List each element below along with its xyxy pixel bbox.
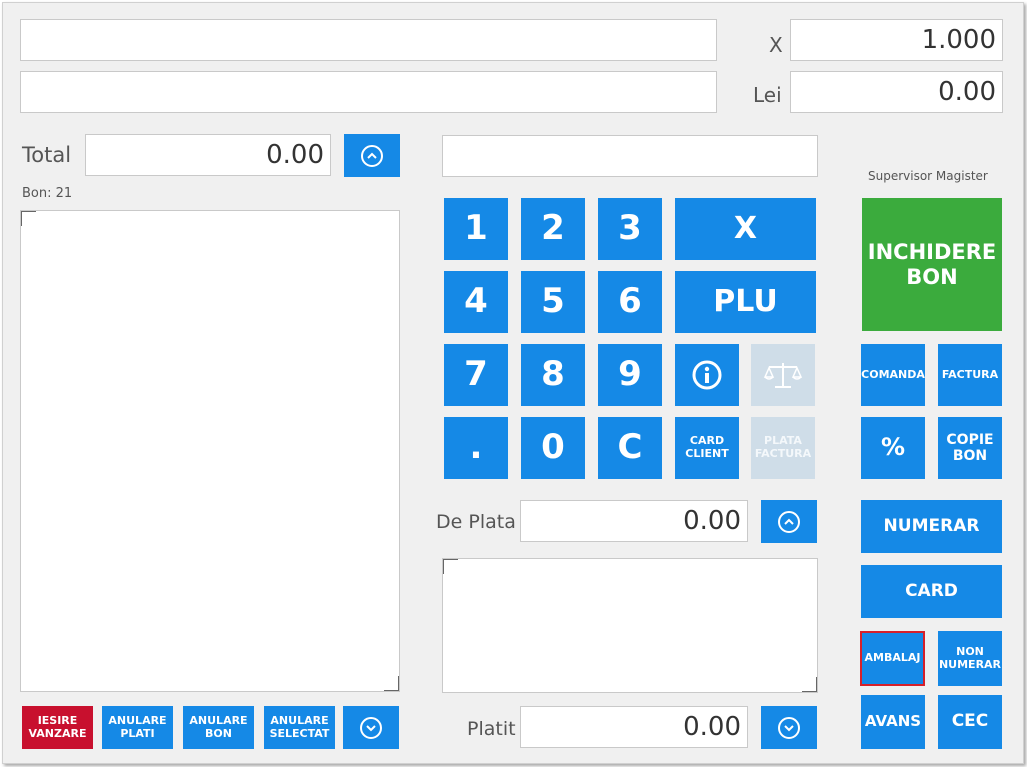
key-9[interactable]: 9 bbox=[598, 344, 662, 406]
chevron-down-circle-icon bbox=[360, 716, 382, 739]
key-clear[interactable]: C bbox=[598, 417, 662, 479]
receipt-items-list[interactable] bbox=[20, 210, 400, 692]
key-3[interactable]: 3 bbox=[598, 198, 662, 260]
advance-button[interactable]: AVANS bbox=[861, 695, 925, 749]
key-1[interactable]: 1 bbox=[444, 198, 508, 260]
key-7[interactable]: 7 bbox=[444, 344, 508, 406]
key-8[interactable]: 8 bbox=[521, 344, 585, 406]
exit-sale-button[interactable]: IESIRE VANZARE bbox=[22, 706, 93, 749]
user-name: Supervisor Magister bbox=[868, 169, 988, 183]
pos-window: X 1.000 Lei 0.00 Total 0.00 Bon: 21 IESI… bbox=[2, 2, 1024, 764]
receipt-number: Bon: 21 bbox=[22, 186, 73, 201]
amount-due-expand-button[interactable] bbox=[761, 500, 817, 543]
scale-icon bbox=[763, 363, 803, 388]
plu-button[interactable]: PLU bbox=[675, 271, 816, 333]
discount-percent-button[interactable]: % bbox=[861, 417, 925, 479]
payments-corner-bottom-right bbox=[802, 677, 817, 692]
chevron-up-circle-icon bbox=[361, 144, 383, 167]
key-5[interactable]: 5 bbox=[521, 271, 585, 333]
chevron-down-circle-icon bbox=[778, 716, 800, 739]
product-name-field[interactable] bbox=[20, 19, 717, 61]
card-button[interactable]: CARD bbox=[861, 565, 1002, 618]
amount-due-label: De Plata bbox=[436, 511, 516, 533]
info-button[interactable] bbox=[675, 344, 739, 406]
total-label: Total bbox=[22, 143, 72, 167]
total-field: 0.00 bbox=[85, 134, 331, 176]
paid-collapse-button[interactable] bbox=[761, 706, 817, 749]
product-info-field[interactable] bbox=[20, 71, 717, 113]
invoice-button[interactable]: FACTURA bbox=[938, 344, 1002, 406]
cancel-receipt-button[interactable]: ANULARE BON bbox=[183, 706, 254, 749]
qty-label: X bbox=[769, 33, 783, 57]
info-circle-icon bbox=[692, 360, 722, 390]
list-corner-bottom-right bbox=[384, 676, 399, 691]
total-expand-button[interactable] bbox=[344, 134, 400, 177]
payments-corner-top-left bbox=[443, 559, 458, 574]
multiply-button[interactable]: X bbox=[675, 198, 816, 260]
key-dot[interactable]: . bbox=[444, 417, 508, 479]
check-button[interactable]: CEC bbox=[938, 695, 1002, 749]
list-scroll-down-button[interactable] bbox=[343, 706, 399, 749]
quantity-field[interactable]: 1.000 bbox=[790, 19, 1003, 61]
chevron-up-circle-icon bbox=[778, 510, 800, 533]
key-4[interactable]: 4 bbox=[444, 271, 508, 333]
cancel-payments-button[interactable]: ANULARE PLATI bbox=[102, 706, 173, 749]
cash-button[interactable]: NUMERAR bbox=[861, 500, 1002, 553]
copy-receipt-button[interactable]: COPIE BON bbox=[938, 417, 1002, 479]
code-input[interactable] bbox=[442, 135, 818, 177]
paid-field: 0.00 bbox=[520, 706, 748, 748]
price-label: Lei bbox=[753, 83, 782, 107]
price-field[interactable]: 0.00 bbox=[790, 71, 1003, 113]
cancel-selected-button[interactable]: ANULARE SELECTAT bbox=[264, 706, 335, 749]
pay-invoice-button[interactable]: PLATA FACTURA bbox=[751, 417, 815, 479]
card-client-button[interactable]: CARD CLIENT bbox=[675, 417, 739, 479]
order-button[interactable]: COMANDA bbox=[861, 344, 925, 406]
packaging-button[interactable]: AMBALAJ bbox=[860, 631, 925, 686]
list-corner-top-left bbox=[21, 211, 36, 226]
scale-button[interactable] bbox=[751, 344, 815, 406]
amount-due-field: 0.00 bbox=[520, 500, 748, 542]
key-2[interactable]: 2 bbox=[521, 198, 585, 260]
paid-label: Platit bbox=[467, 718, 516, 740]
key-6[interactable]: 6 bbox=[598, 271, 662, 333]
close-receipt-button[interactable]: INCHIDERE BON bbox=[862, 198, 1002, 331]
key-0[interactable]: 0 bbox=[521, 417, 585, 479]
payments-list[interactable] bbox=[442, 558, 818, 693]
non-cash-button[interactable]: NON NUMERAR bbox=[938, 631, 1002, 686]
